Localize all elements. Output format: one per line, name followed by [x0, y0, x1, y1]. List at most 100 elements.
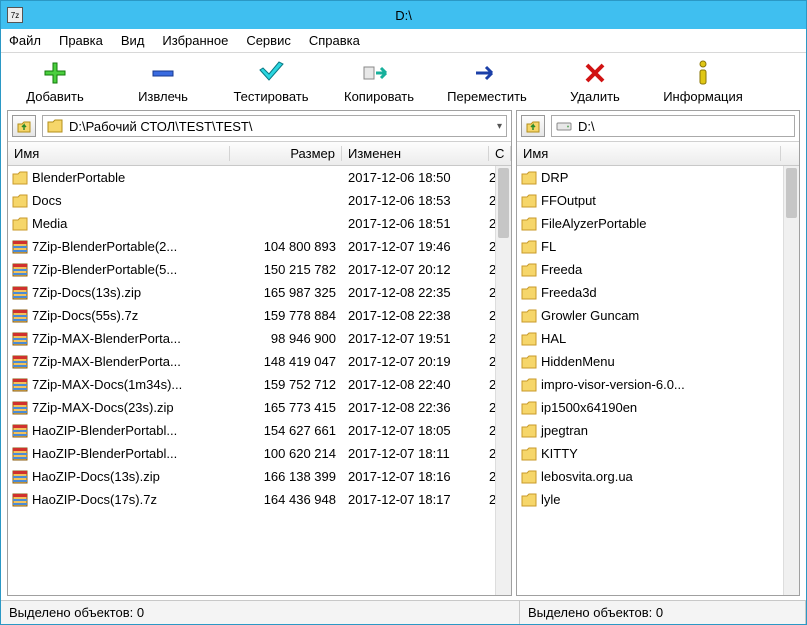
file-name: impro-visor-version-6.0... [541, 377, 685, 392]
menubar: Файл Правка Вид Избранное Сервис Справка [1, 29, 806, 53]
table-row[interactable]: FileAlyzerPortable [517, 212, 783, 235]
file-size: 165 987 325 [230, 285, 342, 300]
file-name: FL [541, 239, 556, 254]
table-row[interactable]: impro-visor-version-6.0... [517, 373, 783, 396]
table-row[interactable]: BlenderPortable2017-12-06 18:502 [8, 166, 495, 189]
table-row[interactable]: jpegtran [517, 419, 783, 442]
table-row[interactable]: Growler Guncam [517, 304, 783, 327]
file-name: FileAlyzerPortable [541, 216, 647, 231]
left-pane: D:\Рабочий СТОЛ\TEST\TEST\ ▾ Имя Размер … [7, 110, 512, 596]
file-modified: 2017-12-07 19:46 [342, 239, 489, 254]
table-row[interactable]: HaoZIP-Docs(17s).7z164 436 9482017-12-07… [8, 488, 495, 511]
left-path-field[interactable]: D:\Рабочий СТОЛ\TEST\TEST\ ▾ [42, 115, 507, 137]
scrollbar-thumb[interactable] [786, 168, 797, 218]
folder-icon [12, 193, 28, 209]
file-size: 159 752 712 [230, 377, 342, 392]
left-up-button[interactable] [12, 115, 36, 137]
menu-file[interactable]: Файл [9, 33, 41, 48]
table-row[interactable]: KITTY [517, 442, 783, 465]
status-left: Выделено объектов: 0 [1, 601, 520, 624]
table-row[interactable]: Freeda3d [517, 281, 783, 304]
file-name: lyle [541, 492, 561, 507]
file-name: Media [32, 216, 67, 231]
file-modified: 2017-12-07 18:17 [342, 492, 489, 507]
menu-view[interactable]: Вид [121, 33, 145, 48]
table-row[interactable]: lyle [517, 488, 783, 511]
table-row[interactable]: 7Zip-Docs(55s).7z159 778 8842017-12-08 2… [8, 304, 495, 327]
table-row[interactable]: 7Zip-MAX-Docs(23s).zip165 773 4152017-12… [8, 396, 495, 419]
right-path-field[interactable]: D:\ [551, 115, 795, 137]
info-button[interactable]: Информация [649, 59, 757, 104]
add-button[interactable]: Добавить [1, 59, 109, 104]
right-pathbar: D:\ [517, 111, 799, 142]
folder-icon [47, 118, 63, 134]
copy-button[interactable]: Копировать [325, 59, 433, 104]
table-row[interactable]: 7Zip-MAX-Docs(1m34s)...159 752 7122017-1… [8, 373, 495, 396]
file-modified: 2017-12-07 18:16 [342, 469, 489, 484]
move-button[interactable]: Переместить [433, 59, 541, 104]
file-modified: 2017-12-08 22:35 [342, 285, 489, 300]
delete-button[interactable]: Удалить [541, 59, 649, 104]
menu-edit[interactable]: Правка [59, 33, 103, 48]
table-row[interactable]: lebosvita.org.ua [517, 465, 783, 488]
statusbar: Выделено объектов: 0 Выделено объектов: … [1, 600, 806, 624]
table-row[interactable]: HAL [517, 327, 783, 350]
table-row[interactable]: Freeda [517, 258, 783, 281]
archive-icon [12, 354, 28, 370]
col-created-cut[interactable]: С [489, 146, 511, 161]
table-row[interactable]: Media2017-12-06 18:512 [8, 212, 495, 235]
menu-favorites[interactable]: Избранное [162, 33, 228, 48]
chevron-down-icon[interactable]: ▾ [497, 121, 502, 132]
folder-icon [521, 400, 537, 416]
table-row[interactable]: FL [517, 235, 783, 258]
table-row[interactable]: ip1500x64190en [517, 396, 783, 419]
archive-icon [12, 446, 28, 462]
file-modified: 2017-12-07 20:12 [342, 262, 489, 277]
table-row[interactable]: 7Zip-MAX-BlenderPorta...98 946 9002017-1… [8, 327, 495, 350]
right-scrollbar[interactable] [783, 166, 799, 595]
col-name[interactable]: Имя [8, 146, 230, 161]
file-modified: 2017-12-08 22:38 [342, 308, 489, 323]
table-row[interactable]: 7Zip-MAX-BlenderPorta...148 419 0472017-… [8, 350, 495, 373]
table-row[interactable]: HiddenMenu [517, 350, 783, 373]
menu-help[interactable]: Справка [309, 33, 360, 48]
file-size: 159 778 884 [230, 308, 342, 323]
table-row[interactable]: Docs2017-12-06 18:532 [8, 189, 495, 212]
archive-icon [12, 492, 28, 508]
archive-icon [12, 262, 28, 278]
file-name: HaoZIP-BlenderPortabl... [32, 446, 177, 461]
file-name: HiddenMenu [541, 354, 615, 369]
archive-icon [12, 239, 28, 255]
table-row[interactable]: 7Zip-BlenderPortable(2...104 800 8932017… [8, 235, 495, 258]
file-size: 165 773 415 [230, 400, 342, 415]
right-column-headers: Имя [517, 142, 799, 166]
folder-icon [12, 216, 28, 232]
file-name: Docs [32, 193, 62, 208]
file-name: HAL [541, 331, 566, 346]
extract-button[interactable]: Извлечь [109, 59, 217, 104]
table-row[interactable]: 7Zip-BlenderPortable(5...150 215 7822017… [8, 258, 495, 281]
right-up-button[interactable] [521, 115, 545, 137]
col-size[interactable]: Размер [230, 146, 342, 161]
file-name: 7Zip-BlenderPortable(2... [32, 239, 177, 254]
table-row[interactable]: HaoZIP-Docs(13s).zip166 138 3992017-12-0… [8, 465, 495, 488]
file-modified: 2017-12-06 18:50 [342, 170, 489, 185]
table-row[interactable]: 7Zip-Docs(13s).zip165 987 3252017-12-08 … [8, 281, 495, 304]
table-row[interactable]: HaoZIP-BlenderPortabl...154 627 6612017-… [8, 419, 495, 442]
left-scrollbar[interactable] [495, 166, 511, 595]
folder-icon [521, 423, 537, 439]
file-name: ip1500x64190en [541, 400, 637, 415]
test-button[interactable]: Тестировать [217, 59, 325, 104]
right-file-list: DRPFFOutput FileAlyzerPortable FL FreedaFre… [517, 166, 799, 595]
table-row[interactable]: FFOutput [517, 189, 783, 212]
left-pathbar: D:\Рабочий СТОЛ\TEST\TEST\ ▾ [8, 111, 511, 142]
archive-icon [12, 400, 28, 416]
table-row[interactable]: HaoZIP-BlenderPortabl...100 620 2142017-… [8, 442, 495, 465]
col-name[interactable]: Имя [517, 146, 781, 161]
table-row[interactable]: DRP [517, 166, 783, 189]
folder-icon [521, 262, 537, 278]
menu-tools[interactable]: Сервис [246, 33, 291, 48]
file-size: 164 436 948 [230, 492, 342, 507]
col-modified[interactable]: Изменен [342, 146, 489, 161]
scrollbar-thumb[interactable] [498, 168, 509, 238]
